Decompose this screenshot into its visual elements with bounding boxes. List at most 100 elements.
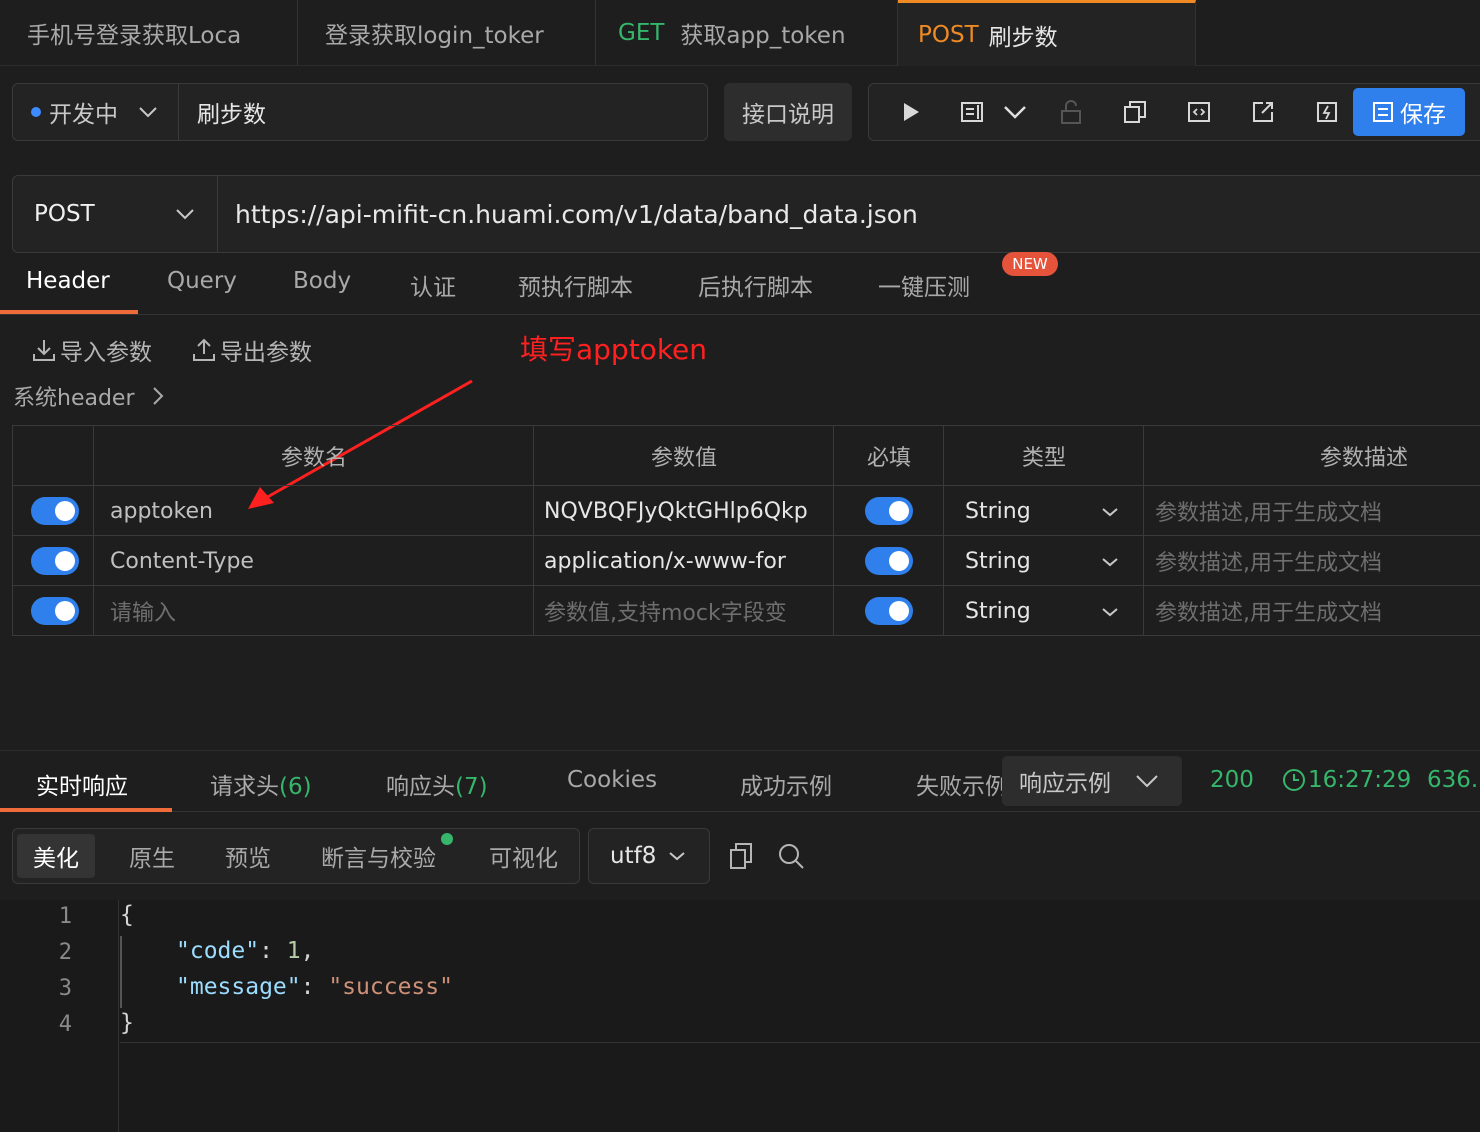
- save-button[interactable]: 保存: [1353, 88, 1465, 136]
- api-name-input[interactable]: 刷步数: [197, 84, 266, 140]
- flash-icon[interactable]: [1313, 98, 1341, 126]
- tab-label: 刷步数: [988, 24, 1058, 51]
- param-desc-input[interactable]: 参数描述,用于生成文档: [1155, 536, 1382, 586]
- tab-fail-example[interactable]: 失败示例: [916, 767, 1002, 801]
- status-code: 200: [1210, 767, 1254, 793]
- method-badge: GET: [618, 20, 665, 46]
- unlock-icon[interactable]: [1057, 98, 1085, 126]
- tab-label: 响应头: [386, 774, 455, 800]
- column-divider: [943, 426, 944, 635]
- method-label: POST: [34, 201, 95, 227]
- line-number: 2: [58, 940, 72, 965]
- column-header-name: 参数名: [280, 446, 347, 471]
- tab-login-token[interactable]: 登录获取login_toker: [298, 0, 596, 66]
- format-pretty[interactable]: 美化: [17, 834, 95, 878]
- api-doc-button[interactable]: 接口说明: [724, 83, 852, 141]
- tab-query[interactable]: Query: [167, 268, 237, 294]
- copy-icon[interactable]: [729, 842, 753, 874]
- system-header-toggle[interactable]: 系统header: [13, 380, 165, 412]
- param-name-input[interactable]: 请输入: [110, 586, 176, 636]
- tab-auth[interactable]: 认证: [410, 268, 456, 302]
- import-params-button[interactable]: 导入参数: [32, 333, 152, 367]
- environment-label: 开发中: [49, 102, 118, 128]
- chevron-down-icon: [1102, 508, 1118, 517]
- tab-stress-test[interactable]: 一键压测: [878, 268, 970, 302]
- tab-get-app-token[interactable]: GET 获取app_token: [596, 0, 898, 66]
- line-number: 4: [58, 1012, 72, 1037]
- required-toggle[interactable]: [865, 597, 913, 625]
- code-line: {: [120, 902, 134, 928]
- play-icon[interactable]: [897, 98, 925, 126]
- code-line: "code": 1,: [176, 938, 315, 964]
- environment-select[interactable]: 开发中: [13, 84, 179, 140]
- copy-icon[interactable]: [1121, 98, 1149, 126]
- tab-success-example[interactable]: 成功示例: [740, 767, 832, 801]
- param-value-input[interactable]: application/x-www-for: [544, 536, 829, 586]
- response-body-editor[interactable]: 1 2 3 4 { "code": 1, "message": "success…: [0, 900, 1480, 1132]
- type-select[interactable]: String: [965, 486, 1031, 536]
- tab-label: 手机号登录获取Loca: [27, 23, 242, 49]
- action-toolbar: 保存: [868, 83, 1480, 141]
- enable-toggle[interactable]: [31, 547, 79, 575]
- url-input[interactable]: https://api-mifit-cn.huami.com/v1/data/b…: [235, 176, 918, 252]
- chevron-down-icon[interactable]: [1001, 98, 1029, 126]
- param-desc-input[interactable]: 参数描述,用于生成文档: [1155, 486, 1382, 536]
- format-raw[interactable]: 原生: [129, 829, 175, 883]
- active-tab-indicator: [0, 808, 172, 812]
- url-bar: POST https://api-mifit-cn.huami.com/v1/d…: [12, 175, 1480, 253]
- format-visualize[interactable]: 可视化: [489, 829, 558, 883]
- param-value-input[interactable]: 参数值,支持mock字段变: [544, 586, 829, 636]
- encoding-select[interactable]: utf8: [588, 828, 710, 884]
- request-tab-bar: 手机号登录获取Loca 登录获取login_toker GET 获取app_to…: [0, 0, 1480, 66]
- tab-post-script[interactable]: 后执行脚本: [698, 268, 813, 302]
- count-badge: (7): [455, 774, 488, 800]
- column-header-desc: 参数描述: [1319, 446, 1408, 471]
- active-tab-indicator: [0, 310, 138, 314]
- tab-cookies[interactable]: Cookies: [567, 767, 657, 793]
- type-select[interactable]: String: [965, 586, 1031, 636]
- tab-label: 获取app_token: [680, 23, 846, 49]
- tab-post-steps[interactable]: POST 刷步数: [898, 0, 1196, 66]
- response-time: 16:27:29: [1282, 767, 1411, 793]
- type-select[interactable]: String: [965, 536, 1031, 586]
- json-key: "code": [176, 938, 260, 964]
- search-icon[interactable]: [777, 842, 805, 874]
- tab-response-headers[interactable]: 响应头(7): [386, 767, 488, 801]
- json-key: "message": [176, 974, 301, 1000]
- save-label: 保存: [1400, 102, 1446, 128]
- param-desc-input[interactable]: 参数描述,用于生成文档: [1155, 586, 1382, 636]
- time-label: 16:27:29: [1308, 767, 1412, 793]
- mock-icon[interactable]: [959, 98, 987, 126]
- editor-divider: [120, 1042, 1480, 1043]
- param-value-input[interactable]: NQVBQFJyQktGHlp6Qkp: [544, 486, 829, 536]
- header-params-table: 参数名 参数值 必填 类型 参数描述 apptoken NQVBQFJyQktG…: [12, 425, 1480, 636]
- upload-icon: [193, 338, 215, 361]
- param-name-input[interactable]: apptoken: [110, 486, 213, 536]
- example-select-label: 响应示例: [1019, 771, 1111, 797]
- chevron-down-icon: [669, 852, 685, 861]
- required-toggle[interactable]: [865, 497, 913, 525]
- request-config-tabs: Header Query Body 认证 预执行脚本 后执行脚本 一键压测: [0, 258, 1480, 315]
- tab-pre-script[interactable]: 预执行脚本: [518, 268, 633, 302]
- tab-phone-login[interactable]: 手机号登录获取Loca: [0, 0, 298, 66]
- line-number: 1: [58, 904, 72, 929]
- enable-toggle[interactable]: [31, 597, 79, 625]
- format-preview[interactable]: 预览: [225, 829, 271, 883]
- enable-toggle[interactable]: [31, 497, 79, 525]
- param-name-input[interactable]: Content-Type: [110, 536, 254, 586]
- share-icon[interactable]: [1249, 98, 1277, 126]
- format-assertion[interactable]: 断言与校验: [321, 829, 436, 883]
- tab-header[interactable]: Header: [26, 268, 110, 294]
- column-divider: [833, 426, 834, 635]
- tab-request-headers[interactable]: 请求头(6): [210, 767, 312, 801]
- code-line: }: [120, 1010, 134, 1036]
- code-icon[interactable]: [1185, 98, 1213, 126]
- method-select[interactable]: POST: [13, 176, 218, 252]
- response-example-select[interactable]: 响应示例: [1002, 756, 1182, 806]
- tab-realtime-response[interactable]: 实时响应: [36, 767, 128, 801]
- chevron-down-icon: [139, 107, 157, 118]
- tab-body[interactable]: Body: [293, 268, 351, 294]
- required-toggle[interactable]: [865, 547, 913, 575]
- download-icon: [33, 340, 55, 361]
- export-params-button[interactable]: 导出参数: [192, 333, 312, 367]
